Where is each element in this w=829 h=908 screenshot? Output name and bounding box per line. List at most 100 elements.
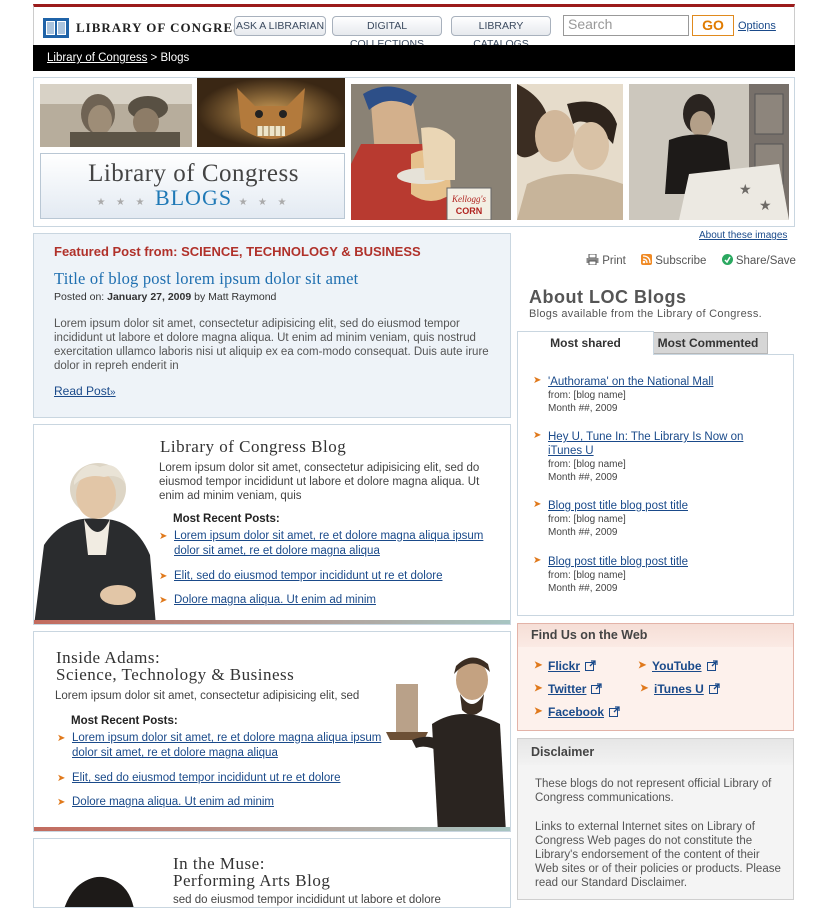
read-post-link[interactable]: Read Post» bbox=[54, 384, 116, 398]
print-label: Print bbox=[602, 255, 626, 267]
blog-title-line2: Performing Arts Blog bbox=[173, 871, 331, 890]
shared-post-source: from: [blog name] bbox=[548, 459, 626, 470]
breadcrumb-home-link[interactable]: Library of Congress bbox=[47, 52, 147, 64]
arrow-icon: ➤ bbox=[159, 595, 168, 606]
muse-portrait bbox=[64, 877, 134, 907]
featured-post-meta: Posted on: January 27, 2009 by Matt Raym… bbox=[54, 291, 276, 303]
recent-post-link[interactable]: ➤ Lorem ipsum dolor sit amet, re et dolor… bbox=[159, 529, 484, 559]
print-link[interactable]: Print bbox=[586, 253, 632, 267]
shared-post-item: ➤ Hey U, Tune In: The Library Is Now on … bbox=[533, 430, 763, 484]
shared-post-link[interactable]: Blog post title blog post title bbox=[548, 555, 763, 569]
shared-post-link[interactable]: 'Authorama' on the National Mall bbox=[548, 375, 748, 389]
search-input[interactable]: Search bbox=[563, 15, 689, 36]
youtube-label: YouTube bbox=[652, 659, 702, 673]
share-save-link[interactable]: Share/Save bbox=[721, 254, 802, 267]
divider bbox=[34, 827, 510, 831]
shared-post-item: ➤ 'Authorama' on the National Mall from:… bbox=[533, 375, 748, 415]
twitter-label: Twitter bbox=[548, 682, 587, 696]
tab-most-commented[interactable]: Most Commented bbox=[648, 332, 768, 354]
twitter-link[interactable]: ➤ Twitter bbox=[534, 682, 603, 696]
recent-post-text: Lorem ipsum dolor sit amet, re et dolore… bbox=[72, 732, 382, 759]
disclaimer-text-2: Links to external Internet sites on Libr… bbox=[535, 821, 781, 889]
arrow-icon: ➤ bbox=[533, 499, 542, 510]
recent-post-link[interactable]: ➤ Dolore magna aliqua. Ut enim ad minim bbox=[57, 795, 392, 810]
options-link[interactable]: Options bbox=[738, 20, 776, 32]
find-us-on-the-web: Find Us on the Web ➤ Flickr ➤ YouTube ➤ Twi… bbox=[517, 623, 794, 731]
facebook-link[interactable]: ➤ Facebook bbox=[534, 705, 620, 719]
arrow-icon: ➤ bbox=[640, 683, 649, 694]
flag-sewing-photo: ★ ★ bbox=[629, 84, 789, 220]
in-the-muse-blog-box: In the Muse: Performing Arts Blog sed do… bbox=[33, 838, 511, 908]
itunes-u-label: iTunes U bbox=[654, 682, 704, 696]
top-header: LIBRARY OF CONGRESS ASK A LIBRARIAN DIGI… bbox=[33, 4, 795, 50]
shared-post-date: Month ##, 2009 bbox=[548, 583, 618, 594]
breadcrumb-current: Blogs bbox=[160, 52, 190, 64]
arrow-icon: ➤ bbox=[638, 660, 647, 671]
featured-post-excerpt: Lorem ipsum dolor sit amet, consectetur … bbox=[54, 318, 489, 372]
rss-icon bbox=[641, 254, 653, 265]
disclaimer-header: Disclaimer bbox=[518, 739, 793, 765]
blog-title[interactable]: In the Muse: Performing Arts Blog bbox=[173, 855, 330, 889]
shared-post-source: from: [blog name] bbox=[548, 570, 626, 581]
featured-post: Featured Post from: SCIENCE, TECHNOLOGY … bbox=[33, 233, 511, 418]
printer-icon bbox=[586, 253, 599, 266]
recent-post-link[interactable]: ➤ Elit, sed do eiusmod tempor incididunt … bbox=[159, 569, 494, 584]
library-catalogs-button[interactable]: LIBRARY CATALOGS bbox=[451, 16, 551, 50]
featured-post-title[interactable]: Title of blog post lorem ipsum dolor sit… bbox=[54, 269, 358, 289]
find-us-header: Find Us on the Web bbox=[518, 624, 793, 647]
blogs-title-box: Library of Congress ★ ★ ★ BLOGS ★ ★ ★ bbox=[40, 153, 345, 219]
banner-blogs-word: BLOGS bbox=[154, 185, 233, 210]
kellogg-ad-photo: Kellogg's CORN bbox=[351, 84, 511, 220]
logo-text: LIBRARY OF CONGRESS bbox=[76, 20, 250, 35]
recent-post-text: Lorem ipsum dolor sit amet, re et dolore… bbox=[174, 530, 484, 557]
divider bbox=[34, 620, 510, 624]
youtube-link[interactable]: ➤ YouTube bbox=[638, 659, 718, 673]
kellogg-corn-text: CORN bbox=[456, 206, 483, 216]
digital-collections-button[interactable]: DIGITAL COLLECTIONS bbox=[332, 16, 442, 50]
arrow-icon: ➤ bbox=[57, 797, 66, 808]
kellogg-logo-text: Kellogg's bbox=[451, 194, 486, 204]
arrow-icon: ➤ bbox=[57, 773, 66, 784]
shared-post-link[interactable]: Hey U, Tune In: The Library Is Now on iT… bbox=[548, 430, 763, 458]
recent-post-link[interactable]: ➤ Elit, sed do eiusmod tempor incididunt … bbox=[57, 771, 392, 786]
jefferson-portrait bbox=[34, 463, 156, 624]
mask-photo bbox=[197, 78, 345, 147]
shared-post-date: Month ##, 2009 bbox=[548, 472, 618, 483]
about-these-images-link[interactable]: About these images bbox=[699, 230, 787, 241]
external-link-icon bbox=[609, 706, 620, 717]
external-link-icon bbox=[706, 660, 718, 671]
arrow-icon: ➤ bbox=[159, 531, 168, 542]
flickr-link[interactable]: ➤ Flickr bbox=[534, 659, 596, 673]
blog-title-line1: Inside Adams: bbox=[56, 648, 161, 667]
recent-post-link[interactable]: ➤ Lorem ipsum dolor sit amet, re et dolor… bbox=[57, 731, 382, 761]
about-loc-blogs-subtitle: Blogs available from the Library of Cong… bbox=[529, 308, 762, 320]
arrow-icon: ➤ bbox=[534, 706, 543, 717]
shared-post-link[interactable]: Blog post title blog post title bbox=[548, 499, 763, 513]
featured-label: Featured Post from: SCIENCE, TECHNOLOGY … bbox=[54, 244, 421, 259]
soldiers-photo bbox=[40, 84, 192, 147]
arrow-icon: ➤ bbox=[533, 375, 542, 386]
shared-post-item: ➤ Blog post title blog post title from: … bbox=[533, 555, 763, 595]
two-women-photo bbox=[517, 84, 623, 220]
most-shared-panel: ➤ 'Authorama' on the National Mall from:… bbox=[517, 354, 794, 616]
tab-most-shared[interactable]: Most shared bbox=[517, 331, 654, 355]
subscribe-link[interactable]: Subscribe bbox=[641, 254, 712, 267]
blog-title[interactable]: Library of Congress Blog bbox=[160, 438, 346, 455]
post-author: by Matt Raymond bbox=[191, 291, 277, 303]
go-button[interactable]: GO bbox=[692, 15, 734, 36]
recent-post-link[interactable]: ➤ Dolore magna aliqua. Ut enim ad minim bbox=[159, 593, 494, 608]
flickr-label: Flickr bbox=[548, 659, 581, 673]
double-arrow-icon: » bbox=[110, 387, 116, 398]
post-date: January 27, 2009 bbox=[107, 291, 192, 303]
loc-logo[interactable]: LIBRARY OF CONGRESS bbox=[34, 7, 249, 45]
itunes-u-link[interactable]: ➤ iTunes U bbox=[640, 682, 720, 696]
most-recent-posts-label: Most Recent Posts: bbox=[71, 715, 178, 727]
book-logo-icon bbox=[43, 18, 69, 38]
read-post-label: Read Post bbox=[54, 384, 111, 398]
share-save-label: Share/Save bbox=[735, 255, 796, 267]
most-recent-posts-label: Most Recent Posts: bbox=[173, 513, 280, 525]
ask-a-librarian-button[interactable]: ASK A LIBRARIAN bbox=[234, 16, 326, 36]
blog-title[interactable]: Inside Adams: Science, Technology & Busi… bbox=[56, 649, 294, 683]
loc-blog-box: Library of Congress Blog Lorem ipsum dol… bbox=[33, 424, 511, 625]
banner-blogs-heading: ★ ★ ★ BLOGS ★ ★ ★ bbox=[41, 185, 346, 211]
